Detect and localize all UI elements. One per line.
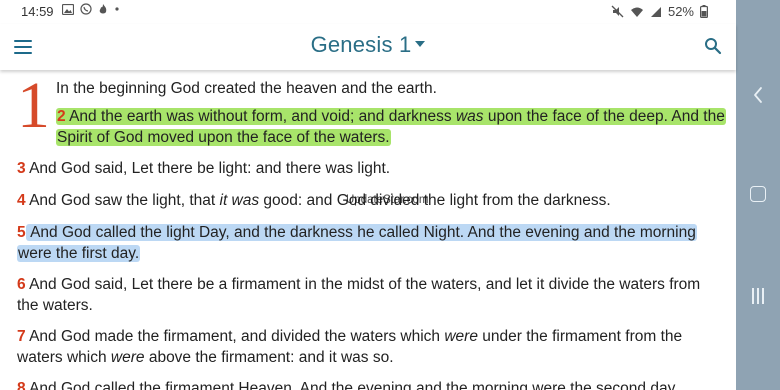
navigation-bar	[736, 0, 780, 390]
verse-text: good: and God divided the light from the…	[259, 192, 611, 209]
verse-number: 2	[57, 108, 66, 125]
dropdown-caret-icon	[415, 41, 426, 47]
mute-icon	[611, 5, 624, 18]
fire-icon	[99, 4, 107, 14]
verse-text: above the firmament: and it was so.	[144, 349, 394, 366]
verse-number: 5	[17, 224, 26, 241]
home-icon[interactable]	[750, 186, 766, 202]
verse-text: And God made the firmament, and divided …	[25, 328, 445, 345]
recent-apps-icon[interactable]	[750, 288, 766, 306]
book-chapter-selector[interactable]: Genesis 1	[0, 32, 736, 58]
system-status: 52%	[611, 4, 708, 19]
verse-text: And God said, Let there be a firmament i…	[17, 276, 701, 314]
search-icon[interactable]	[704, 37, 722, 55]
verse-number: 4	[17, 192, 26, 209]
image-icon	[62, 3, 74, 15]
verse-text-italic: it was	[219, 192, 260, 209]
whatsapp-icon	[80, 3, 92, 15]
verse-number: 8	[17, 380, 26, 390]
verse-number: 6	[17, 276, 26, 293]
wifi-icon	[630, 7, 643, 17]
verse-1[interactable]: In the beginning God created the heaven …	[56, 78, 726, 99]
verse-number: 7	[17, 328, 26, 345]
chapter-text: 1 In the beginning God created the heave…	[0, 70, 736, 390]
highlight-blue: And God called the light Day, and the da…	[17, 224, 697, 262]
highlight-green: 2 And the earth was without form, and vo…	[56, 108, 726, 146]
verse-text: And God called the firmament Heaven. And…	[25, 380, 679, 390]
verse-text-italic: were	[110, 349, 145, 366]
status-time: 14:59	[21, 4, 54, 19]
battery-icon	[700, 5, 708, 18]
dot-icon	[115, 7, 119, 11]
watermark: UpdateStar.com	[346, 194, 429, 206]
verse-text: And the earth was without form, and void…	[65, 108, 456, 125]
verse-6[interactable]: 6 And God said, Let there be a firmament…	[17, 274, 725, 316]
verse-7[interactable]: 7 And God made the firmament, and divide…	[17, 326, 725, 368]
chapter-number: 1	[17, 70, 50, 142]
verse-3[interactable]: 3 And God said, Let there be light: and …	[17, 158, 725, 179]
back-icon[interactable]	[750, 85, 766, 105]
verse-number: 3	[17, 160, 26, 177]
verse-text: In the beginning God created the heaven …	[56, 80, 437, 97]
signal-icon	[650, 6, 661, 17]
verse-text: And God said, Let there be light: and th…	[25, 160, 391, 177]
status-bar: 14:59 52%	[0, 0, 736, 24]
notification-icons	[62, 3, 120, 15]
battery-percent: 52%	[667, 4, 694, 19]
verse-5[interactable]: 5 And God called the light Day, and the …	[17, 222, 725, 264]
verse-2[interactable]: 2 And the earth was without form, and vo…	[56, 106, 726, 148]
verse-text: And God saw the light, that	[25, 192, 220, 209]
app-bar: Genesis 1	[0, 24, 736, 70]
verse-text-italic: was	[455, 108, 484, 125]
verse-text-italic: were	[444, 328, 478, 345]
page-title: Genesis 1	[310, 32, 412, 57]
verse-8[interactable]: 8 And God called the firmament Heaven. A…	[17, 378, 725, 390]
